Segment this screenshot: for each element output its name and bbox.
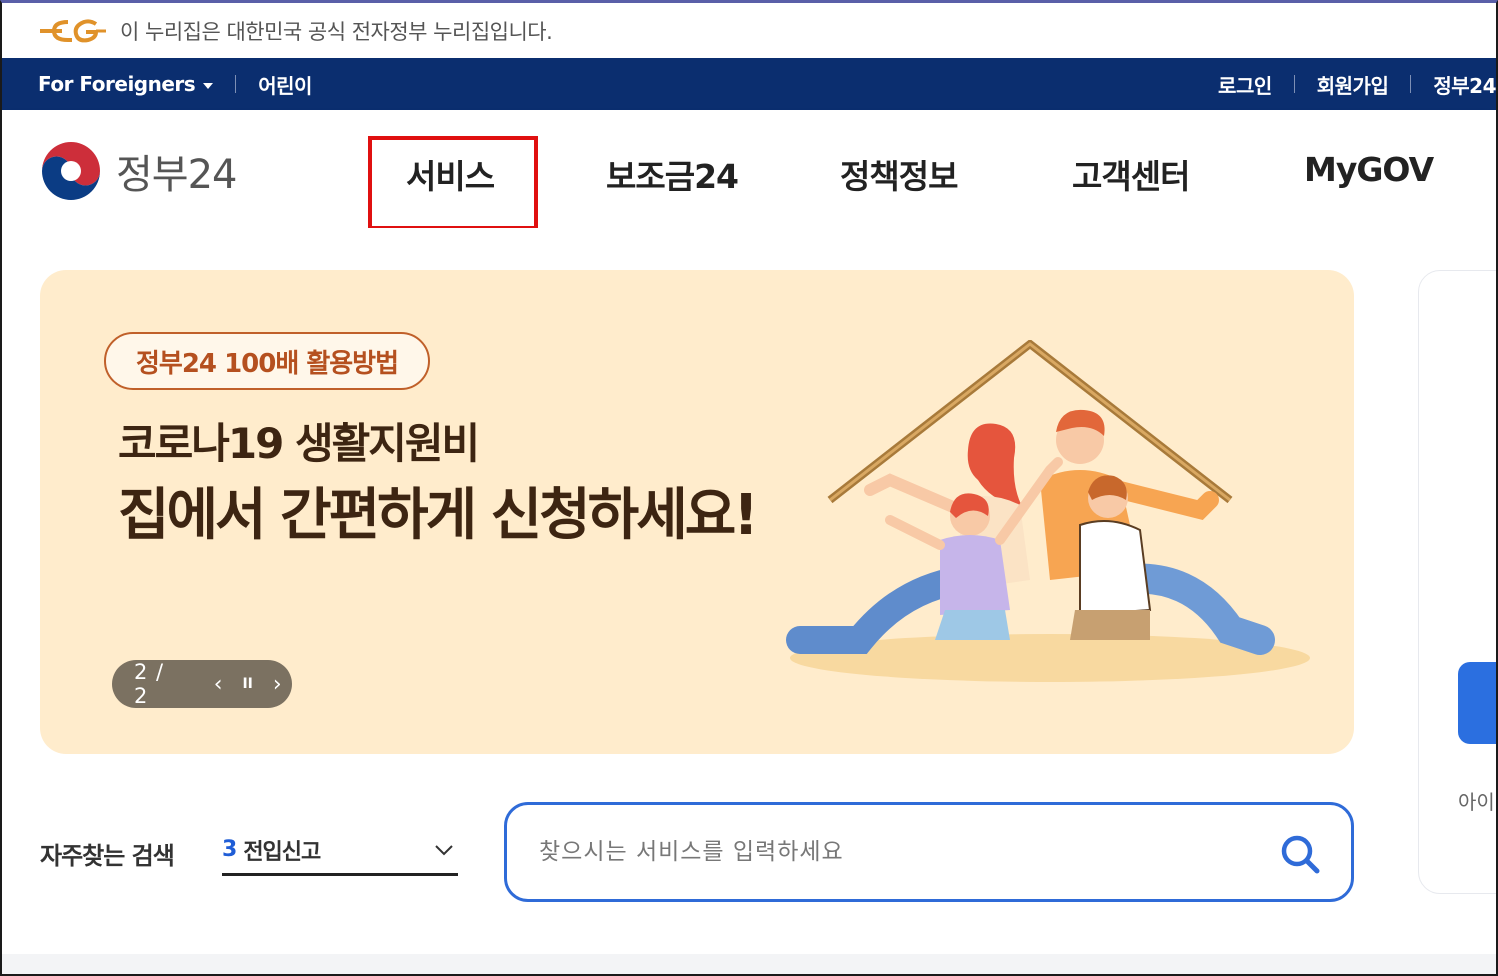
signup-link[interactable]: 회원가입 [1317,70,1389,99]
caret-down-icon [203,82,214,89]
for-foreigners-label: For Foreigners [38,72,196,96]
promo-banner[interactable]: 정부24 100배 활용방법 코로나19 생활지원비 집에서 간편하게 신청하세… [40,270,1354,754]
nav-policy-info[interactable]: 정책정보 [840,150,958,198]
banner-tag: 정부24 100배 활용방법 [104,332,430,390]
brand-name: 정부24 [116,152,237,198]
frequent-item: 전입신고 [243,839,321,865]
main-content: 정부24 100배 활용방법 코로나19 생활지원비 집에서 간편하게 신청하세… [2,228,1496,974]
divider [1293,75,1295,93]
gov-notice-bar: 이 누리집은 대한민국 공식 전자정부 누리집입니다. [2,3,1496,58]
for-foreigners-link[interactable]: For Foreigners [38,72,214,96]
divider [235,75,237,93]
notice-text: 이 누리집은 대한민국 공식 전자정부 누리집입니다. [120,19,553,44]
nav-mygov[interactable]: MyGOV [1304,150,1434,189]
slider-controls: 2 / 2 ‹ II › [112,660,292,708]
browser-viewport: 이 누리집은 대한민국 공식 전자정부 누리집입니다. For Foreigne… [0,0,1498,976]
highlight-annotation [368,136,538,230]
frequent-search-dropdown[interactable]: 3 전입신고 [222,826,458,876]
banner-headline-1: 코로나19 생활지원비 [118,419,480,468]
pause-icon[interactable]: II [233,669,263,699]
slide-counter: 2 / 2 [134,660,165,708]
login-link[interactable]: 로그인 [1218,70,1272,99]
frequent-search-label: 자주찾는 검색 [40,842,175,870]
taegeuk-emblem-icon [40,140,102,202]
nav-subsidy24[interactable]: 보조금24 [606,150,739,198]
main-header: 정부24 서비스 보조금24 정책정보 고객센터 MyGOV [2,110,1496,230]
side-login-button[interactable] [1458,662,1496,744]
nav-customer-center[interactable]: 고객센터 [1072,150,1190,198]
family-under-roof-illustration [786,340,1310,682]
kids-link[interactable]: 어린이 [258,70,312,99]
search-input[interactable] [539,839,1239,865]
egov-logo-icon [40,18,106,42]
section-divider [2,954,1496,974]
gov24-link[interactable]: 정부24 [1433,70,1496,99]
banner-headline-2: 집에서 간편하게 신청하세요! [118,483,759,548]
divider [1410,75,1412,93]
next-slide-icon[interactable]: › [262,669,292,699]
side-card-text: 아이 [1458,790,1495,814]
search-icon[interactable] [1279,833,1321,875]
frequent-rank: 3 [222,837,238,862]
search-box [504,802,1354,902]
brand-logo-link[interactable]: 정부24 [38,138,237,204]
prev-slide-icon[interactable]: ‹ [203,669,233,699]
utility-nav: For Foreigners 어린이 로그인 회원가입 정부24 [2,58,1496,110]
chevron-down-icon [435,845,453,856]
